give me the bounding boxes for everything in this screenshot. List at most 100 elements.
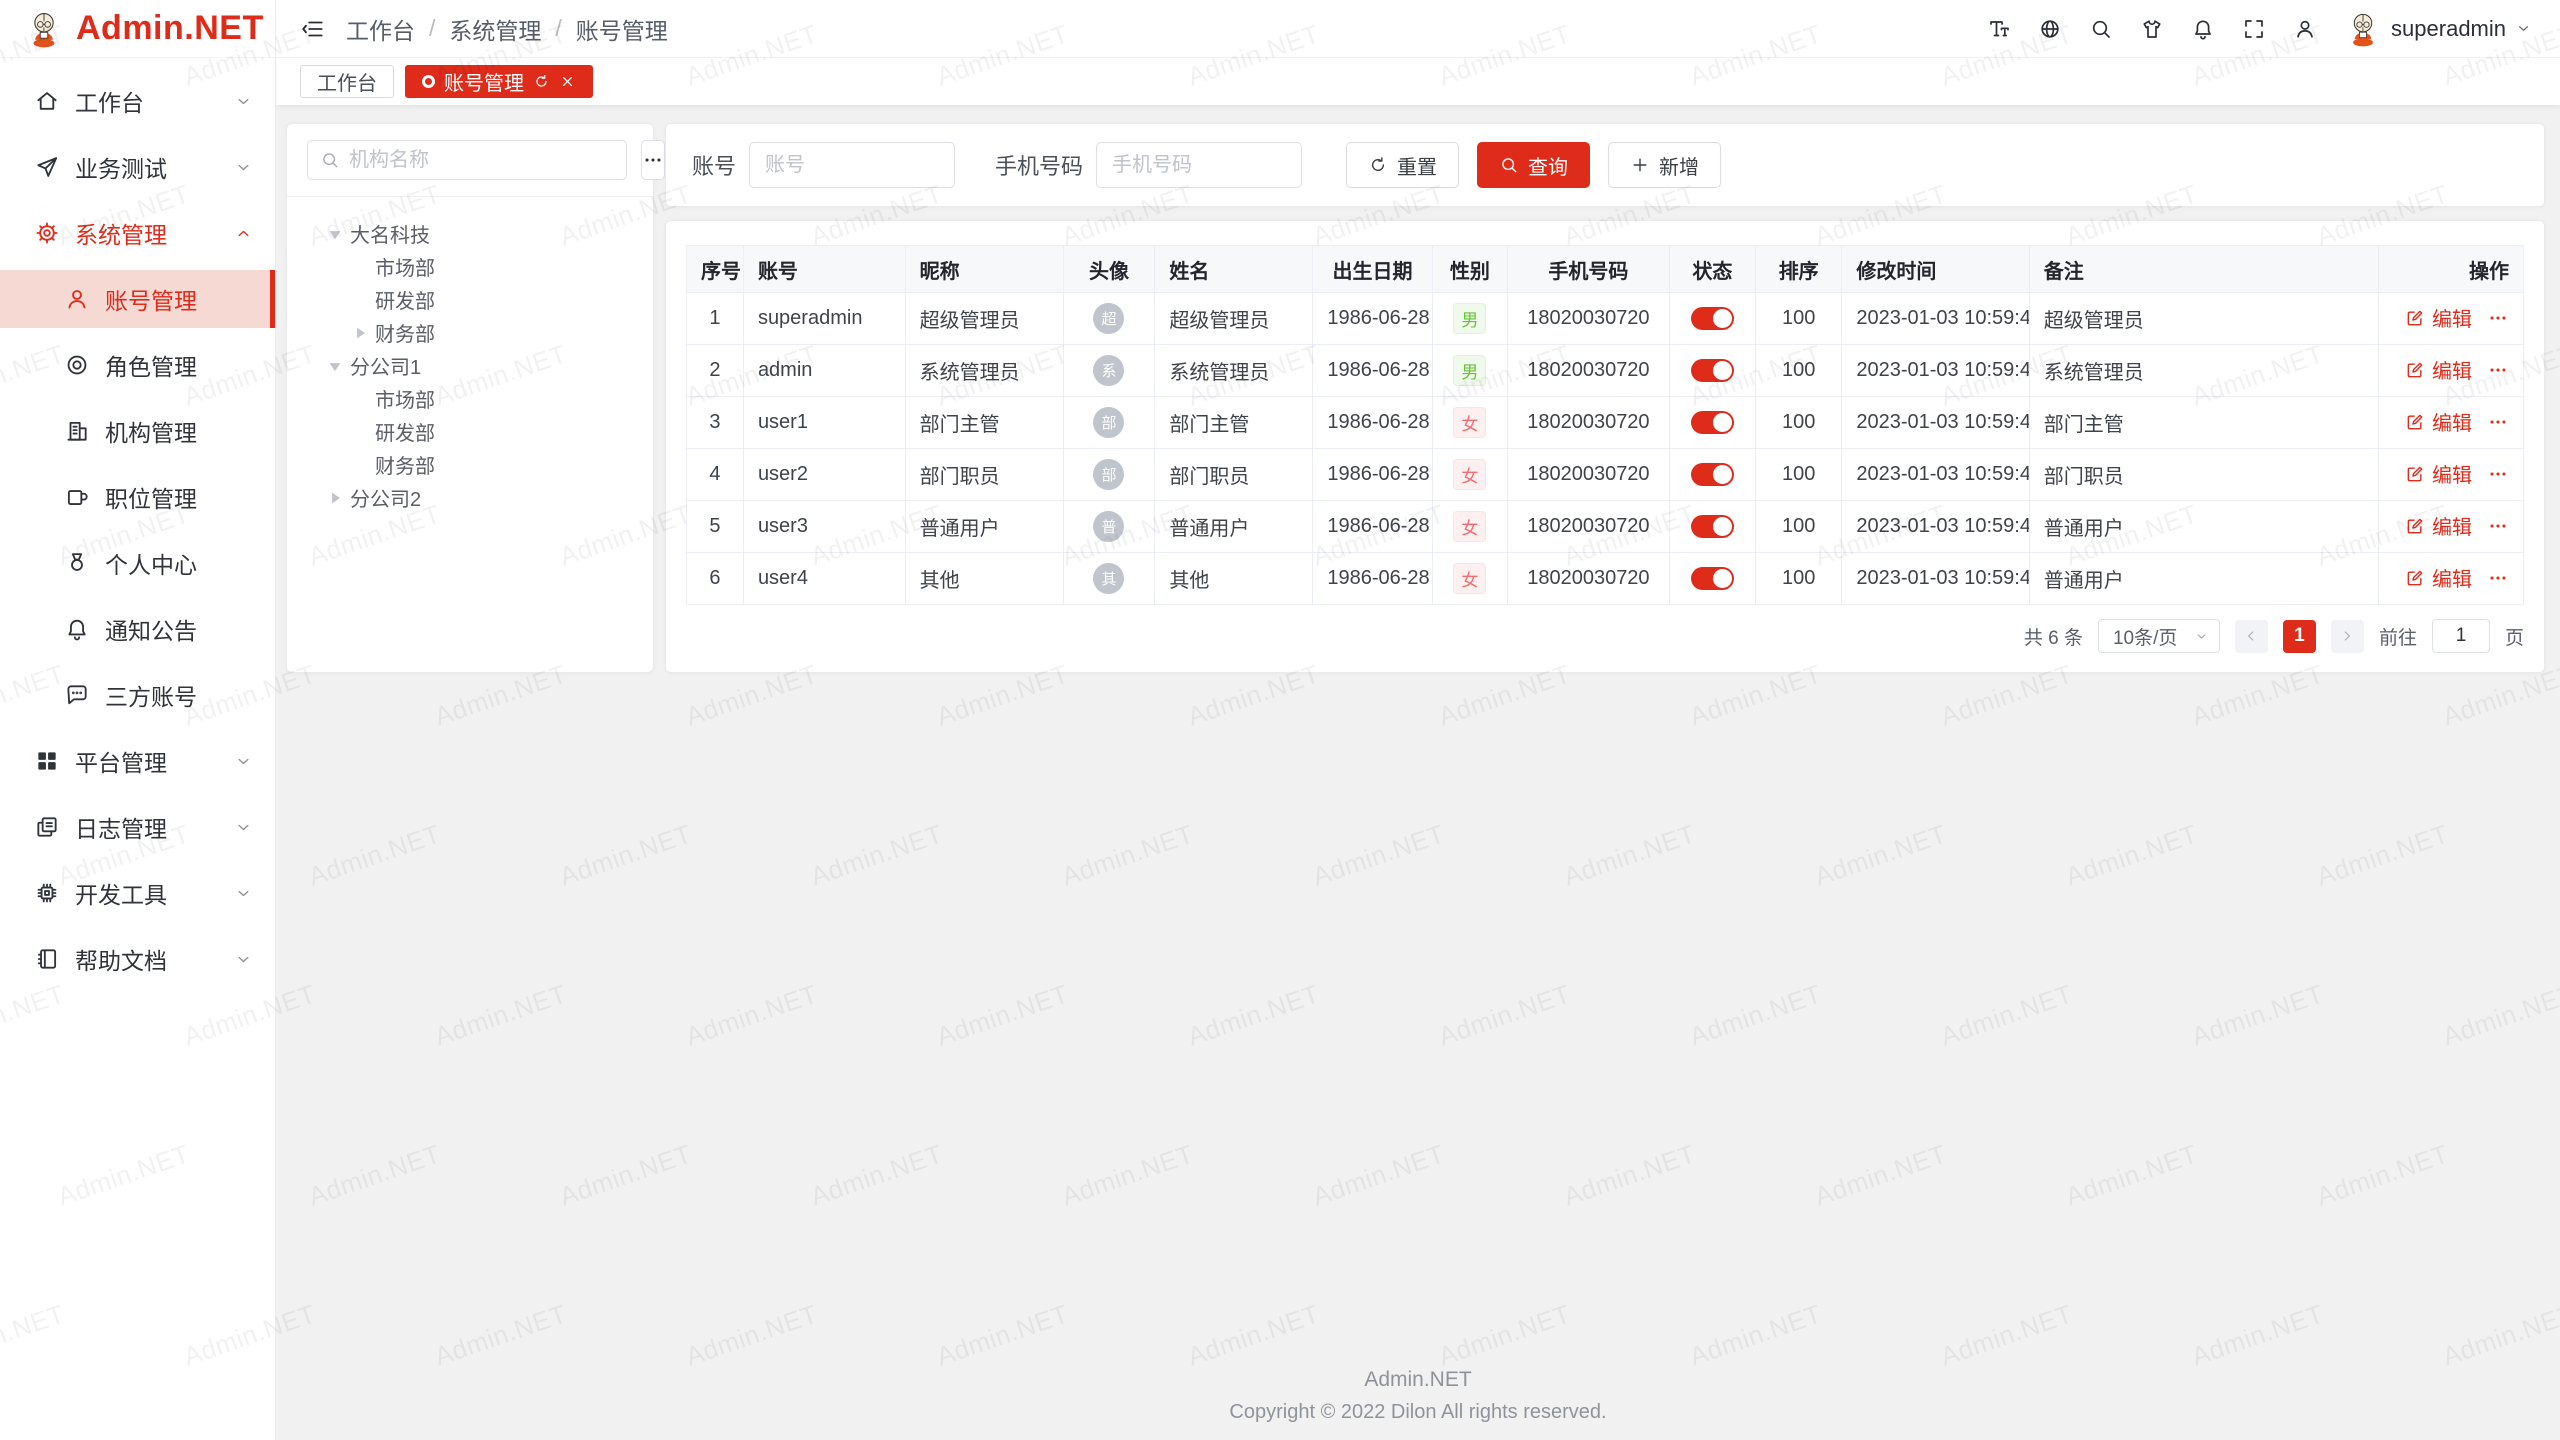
status-toggle[interactable] <box>1691 307 1734 330</box>
tree-node[interactable]: 分公司2 <box>295 481 645 514</box>
cell-account: admin <box>743 345 905 397</box>
search-icon[interactable] <box>2089 17 2113 41</box>
row-more-button[interactable] <box>2487 359 2509 381</box>
breadcrumb-item[interactable]: 系统管理 <box>449 12 541 46</box>
footer: Admin.NET Copyright © 2022 Dilon All rig… <box>276 1368 2560 1440</box>
plus-icon <box>1630 155 1650 175</box>
filter-bar: 账号 手机号码 重置 查询 <box>665 123 2545 207</box>
sidebar-item-system-management[interactable]: 系统管理 <box>0 204 275 262</box>
breadcrumb-item[interactable]: 账号管理 <box>576 12 668 46</box>
org-search-input[interactable] <box>349 149 614 172</box>
cell-nickname: 超级管理员 <box>905 293 1063 345</box>
query-button[interactable]: 查询 <box>1477 142 1590 188</box>
edit-button[interactable]: 编辑 <box>2405 407 2472 436</box>
tree-node[interactable]: 财务部 <box>295 448 645 481</box>
footer-title: Admin.NET <box>276 1368 2560 1392</box>
language-globe-icon[interactable] <box>2038 17 2062 41</box>
tree-node[interactable]: 研发部 <box>295 283 645 316</box>
breadcrumb-item[interactable]: 工作台 <box>346 12 415 46</box>
sidebar-item-help-docs[interactable]: 帮助文档 <box>0 930 275 988</box>
tree-caret-icon[interactable] <box>325 488 345 508</box>
sidebar-item-notice-announcement[interactable]: 通知公告 <box>0 600 275 658</box>
goto-page-input[interactable] <box>2432 619 2490 653</box>
sidebar-item-label: 通知公告 <box>105 612 253 646</box>
edit-label: 编辑 <box>2432 563 2472 592</box>
sidebar-item-business-test[interactable]: 业务测试 <box>0 138 275 196</box>
edit-button[interactable]: 编辑 <box>2405 355 2472 384</box>
font-size-icon[interactable] <box>1987 17 2011 41</box>
tree-node[interactable]: 研发部 <box>295 415 645 448</box>
breadcrumb: 工作台/系统管理/账号管理 <box>346 12 668 46</box>
cell-name: 超级管理员 <box>1155 293 1313 345</box>
status-toggle[interactable] <box>1691 515 1734 538</box>
row-more-button[interactable] <box>2487 307 2509 329</box>
row-more-button[interactable] <box>2487 567 2509 589</box>
theme-tshirt-icon[interactable] <box>2140 17 2164 41</box>
user-menu[interactable]: superadmin <box>2344 10 2532 48</box>
row-more-button[interactable] <box>2487 411 2509 433</box>
next-page-button[interactable] <box>2331 620 2364 653</box>
grid-icon <box>34 748 60 774</box>
cell-remark: 普通用户 <box>2029 553 2378 605</box>
edit-button[interactable]: 编辑 <box>2405 303 2472 332</box>
status-toggle[interactable] <box>1691 463 1734 486</box>
column-header: 排序 <box>1756 246 1842 293</box>
page-number-1[interactable]: 1 <box>2283 620 2316 653</box>
tree-caret-icon[interactable] <box>325 224 345 244</box>
tree-more-button[interactable] <box>641 140 665 180</box>
menu-fold-icon[interactable] <box>300 16 326 42</box>
fullscreen-icon[interactable] <box>2242 17 2266 41</box>
status-toggle[interactable] <box>1691 359 1734 382</box>
reset-button[interactable]: 重置 <box>1346 142 1459 188</box>
sidebar-item-account-management[interactable]: 账号管理 <box>0 270 275 328</box>
status-toggle[interactable] <box>1691 567 1734 590</box>
tree-node[interactable]: 财务部 <box>295 316 645 349</box>
chevron-down-icon <box>234 950 253 969</box>
edit-button[interactable]: 编辑 <box>2405 511 2472 540</box>
cell-remark: 部门主管 <box>2029 397 2378 449</box>
cell-actions: 编辑 <box>2378 293 2523 345</box>
notification-bell-icon[interactable] <box>2191 17 2215 41</box>
sidebar-item-profile-center[interactable]: 个人中心 <box>0 534 275 592</box>
row-more-button[interactable] <box>2487 463 2509 485</box>
sidebar-item-dev-tools[interactable]: 开发工具 <box>0 864 275 922</box>
account-input[interactable] <box>749 142 955 188</box>
tree-caret-icon[interactable] <box>350 323 370 343</box>
sidebar-item-position-management[interactable]: 职位管理 <box>0 468 275 526</box>
tab-refresh-icon[interactable] <box>533 73 550 90</box>
phone-input[interactable] <box>1096 142 1302 188</box>
sidebar-item-label: 三方账号 <box>105 678 253 712</box>
page-size-select[interactable]: 10条/页 <box>2098 619 2220 653</box>
sidebar-item-org-management[interactable]: 机构管理 <box>0 402 275 460</box>
row-actions: 编辑 <box>2405 355 2509 384</box>
sidebar-item-platform-management[interactable]: 平台管理 <box>0 732 275 790</box>
edit-button[interactable]: 编辑 <box>2405 459 2472 488</box>
edit-button[interactable]: 编辑 <box>2405 563 2472 592</box>
avatar: 部 <box>1093 407 1124 438</box>
row-actions: 编辑 <box>2405 563 2509 592</box>
tree-node[interactable]: 市场部 <box>295 382 645 415</box>
org-search-box <box>307 140 627 180</box>
gender-tag: 男 <box>1453 303 1486 334</box>
tree-node-label: 财务部 <box>375 318 435 347</box>
user-outline-icon[interactable] <box>2293 17 2317 41</box>
bell-icon <box>64 616 90 642</box>
tree-node[interactable]: 大名科技 <box>295 217 645 250</box>
tab-workbench[interactable]: 工作台 <box>300 65 394 98</box>
status-toggle[interactable] <box>1691 411 1734 434</box>
tree-node[interactable]: 分公司1 <box>295 349 645 382</box>
prev-page-button[interactable] <box>2235 620 2268 653</box>
sidebar-item-workbench[interactable]: 工作台 <box>0 72 275 130</box>
sidebar-item-log-management[interactable]: 日志管理 <box>0 798 275 856</box>
tab-close-icon[interactable] <box>559 73 576 90</box>
sidebar-item-role-management[interactable]: 角色管理 <box>0 336 275 394</box>
gender-tag: 女 <box>1453 459 1486 490</box>
cell-index: 2 <box>687 345 744 397</box>
sidebar-item-third-party-account[interactable]: 三方账号 <box>0 666 275 724</box>
tree-caret-icon[interactable] <box>325 356 345 376</box>
tree-node[interactable]: 市场部 <box>295 250 645 283</box>
cell-modified-time: 2023-01-03 10:59:44 <box>1842 397 2029 449</box>
row-more-button[interactable] <box>2487 515 2509 537</box>
tab-account-management[interactable]: 账号管理 <box>405 65 593 98</box>
add-button[interactable]: 新增 <box>1608 142 1721 188</box>
